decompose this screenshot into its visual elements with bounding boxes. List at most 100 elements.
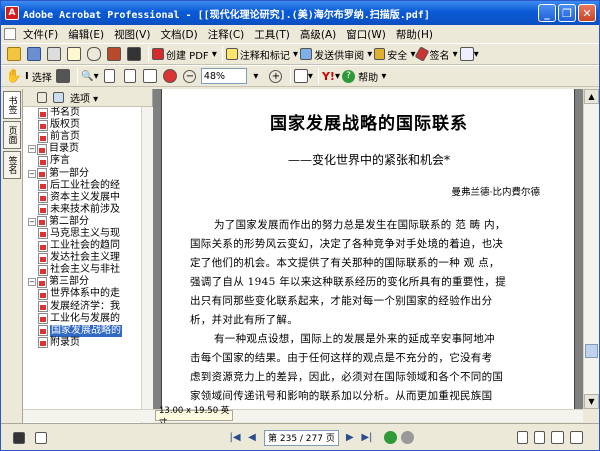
collapse-toggle-icon[interactable]: −	[28, 217, 36, 226]
zoom-tool-button[interactable]: 🔍 ▾	[81, 67, 99, 85]
scroll-up-button[interactable]: ▲	[584, 89, 599, 104]
fit-page-button[interactable]	[121, 67, 139, 85]
bookmark-item[interactable]: 社会主义与非社	[23, 264, 141, 276]
first-page-button[interactable]: |◀	[227, 430, 243, 446]
menu-comments[interactable]: 注释(C)	[203, 27, 250, 42]
menu-advanced[interactable]: 高级(A)	[295, 27, 341, 42]
page-number-field[interactable]: 第 235 / 277 页	[264, 429, 339, 446]
bookmark-item[interactable]: 未来技术前涉及	[23, 204, 141, 216]
go-back-button[interactable]	[383, 431, 397, 444]
restore-button[interactable]: ❐	[558, 4, 576, 22]
delete-bookmark-icon[interactable]	[37, 92, 47, 103]
bookmark-item[interactable]: 书名页	[23, 107, 141, 119]
page-author: 曼弗兰德·比内費尔德	[451, 187, 540, 198]
bookmarks-hscroll[interactable]	[23, 409, 153, 422]
title-bar[interactable]: A Adobe Acrobat Professional - [[现代化理论研究…	[1, 1, 599, 25]
tab-pages[interactable]: 页面	[3, 121, 21, 149]
bookmark-item[interactable]: − 第二部分	[23, 216, 141, 228]
bookmark-item[interactable]: 后工业社会的经	[23, 180, 141, 192]
collapse-toggle-icon[interactable]: −	[28, 169, 36, 178]
attach-button[interactable]	[85, 45, 103, 63]
help-button[interactable]: ? 帮助 ▾	[341, 67, 386, 85]
open-file-button[interactable]	[5, 45, 23, 63]
bookmark-item[interactable]: − 目录页	[23, 143, 141, 155]
bookmark-item[interactable]: − 第一部分	[23, 167, 141, 180]
go-forward-button[interactable]	[400, 431, 414, 444]
scroll-thumb[interactable]	[585, 344, 598, 358]
create-pdf-button[interactable]: 创建 PDF ▾	[152, 45, 217, 63]
bookmark-item[interactable]: 附录页	[23, 337, 141, 349]
zoom-in-button[interactable]: +	[267, 67, 285, 85]
bookmark-item[interactable]: 前言页	[23, 131, 141, 143]
menu-window[interactable]: 窗口(W)	[341, 27, 391, 42]
document-menu-icon[interactable]	[4, 28, 16, 40]
close-button[interactable]: ✕	[578, 4, 596, 22]
collapse-toggle-icon[interactable]: −	[28, 145, 36, 154]
zoom-dropdown[interactable]: ▾	[247, 67, 265, 85]
fit-width-button[interactable]	[141, 67, 159, 85]
bookmark-item[interactable]: 发达社会主义理	[23, 252, 141, 264]
yahoo-search-button[interactable]: Y! ▾	[322, 67, 340, 85]
bookmark-page-icon	[38, 131, 48, 143]
panel-toggle-icon[interactable]	[13, 431, 25, 444]
tab-signatures[interactable]: 签名	[3, 151, 21, 179]
status-bar: |◀ ◀ 第 235 / 277 页 ▶ ▶|	[1, 423, 599, 450]
options-icon[interactable]	[35, 431, 47, 444]
email-icon	[67, 47, 81, 61]
bookmark-item[interactable]: 世界体系中的走	[23, 288, 141, 300]
tab-bookmarks[interactable]: 书签	[3, 91, 21, 119]
menu-document[interactable]: 文档(D)	[155, 27, 202, 42]
print-button[interactable]	[45, 45, 63, 63]
bookmark-item[interactable]: 工业社会的趋同	[23, 240, 141, 252]
bookmark-item[interactable]: 工业化与发展的	[23, 313, 141, 325]
bookmark-item[interactable]: 资本主义发展中	[23, 192, 141, 204]
menu-file[interactable]: 文件(F)	[18, 27, 63, 42]
collapse-toggle-icon[interactable]: −	[28, 278, 36, 287]
scroll-down-button[interactable]: ▼	[584, 394, 599, 409]
bookmarks-vscroll[interactable]	[141, 107, 153, 427]
menu-tools[interactable]: 工具(T)	[249, 27, 295, 42]
snapshot-button[interactable]	[54, 67, 72, 85]
secure-button[interactable]: 安全 ▾	[374, 45, 415, 63]
bookmark-item[interactable]: 序言	[23, 155, 141, 167]
menu-edit[interactable]: 编辑(E)	[63, 27, 109, 42]
continuous-facing-view-icon[interactable]	[570, 431, 583, 444]
sign-button[interactable]: 签名 ▾	[415, 45, 458, 63]
last-page-button[interactable]: ▶|	[359, 430, 375, 446]
search-button[interactable]	[125, 45, 143, 63]
actual-size-button[interactable]	[101, 67, 119, 85]
menu-view[interactable]: 视图(V)	[109, 27, 155, 42]
bookmark-item[interactable]: 国家发展战略的	[23, 324, 141, 337]
document-vscroll[interactable]: ▲ ▼	[583, 89, 599, 409]
new-bookmark-icon[interactable]	[53, 92, 64, 103]
previous-page-button[interactable]: ◀	[244, 430, 260, 446]
page-layout-button[interactable]: ▾	[293, 67, 313, 85]
organizer-button[interactable]	[105, 45, 123, 63]
bookmark-item[interactable]: 发展经济学：我	[23, 301, 141, 313]
next-page-button[interactable]: ▶	[342, 430, 358, 446]
continuous-view-icon[interactable]	[534, 431, 545, 444]
zoom-out-button[interactable]: −	[181, 67, 199, 85]
save-button[interactable]	[25, 45, 43, 63]
forms-button[interactable]: ▾	[459, 45, 479, 63]
send-review-button[interactable]: 发送供审阅 ▾	[300, 45, 372, 63]
hand-icon: ✋	[5, 68, 23, 84]
navigation-tabs: 书签 页面 签名	[1, 89, 23, 429]
bookmark-options-menu[interactable]: 选项 ▾	[70, 90, 98, 105]
minimize-button[interactable]: _	[538, 4, 556, 22]
zoom-input[interactable]: 48%	[200, 68, 247, 84]
bookmark-page-icon	[37, 143, 47, 155]
page-text-line: 为了国家发展而作出的努力总是发生在国际联系的 范 畴 内，	[214, 219, 506, 231]
bookmark-item[interactable]: 马克思主义与现	[23, 228, 141, 240]
comment-markup-button[interactable]: 注释和标记 ▾	[225, 45, 298, 63]
email-button[interactable]	[65, 45, 83, 63]
select-tool-button[interactable]: I 选择	[25, 67, 52, 85]
menu-help[interactable]: 帮助(H)	[391, 27, 438, 42]
facing-view-icon[interactable]	[551, 431, 564, 444]
bookmark-item[interactable]: 版权页	[23, 119, 141, 131]
hand-tool-button[interactable]: ✋	[5, 67, 23, 85]
reflow-button[interactable]	[161, 67, 179, 85]
single-page-view-icon[interactable]	[517, 431, 528, 444]
bookmark-item[interactable]: − 第三部分	[23, 276, 141, 288]
bookmark-page-icon	[38, 119, 48, 131]
